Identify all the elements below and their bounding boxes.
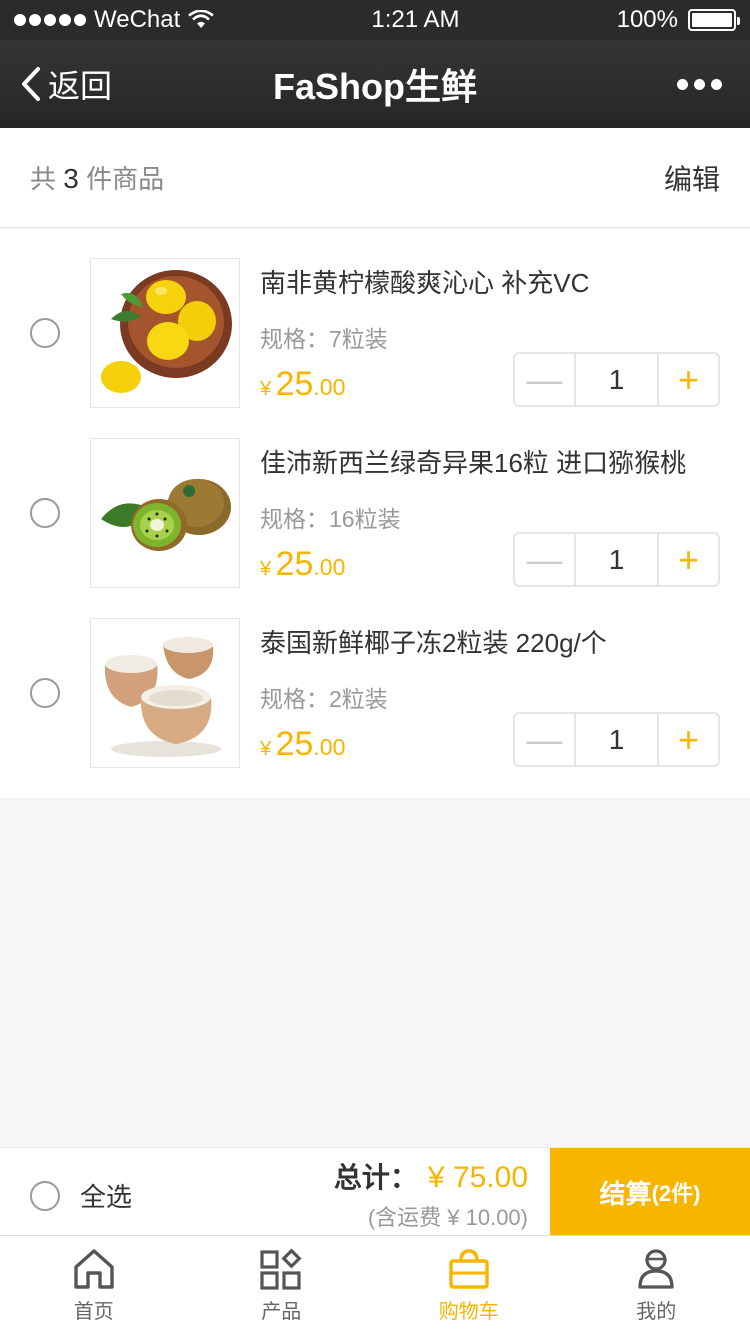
cart-item: 泰国新鲜椰子冻2粒装 220g/个 规格：2粒装 ¥ 25.00 — 1 + bbox=[0, 589, 750, 769]
item-select-radio[interactable] bbox=[30, 678, 60, 708]
price-currency: ¥ bbox=[260, 558, 272, 580]
item-count: 共 3 件商品 bbox=[30, 159, 164, 196]
status-bar: WeChat 1:21 AM 100% bbox=[0, 0, 750, 40]
item-select-radio[interactable] bbox=[30, 498, 60, 528]
product-price: ¥ 25.00 bbox=[260, 725, 345, 764]
tab-products[interactable]: 产品 bbox=[188, 1236, 376, 1334]
more-dot-icon bbox=[677, 78, 688, 90]
quantity-value[interactable]: 1 bbox=[576, 354, 657, 405]
tab-label: 首页 bbox=[73, 1300, 114, 1323]
back-label: 返回 bbox=[48, 68, 113, 104]
price-currency: ¥ bbox=[260, 738, 272, 760]
total-line: 总计： ¥ 75.00 bbox=[334, 1156, 528, 1196]
price-integer: 25 bbox=[275, 725, 314, 763]
signal-icon bbox=[14, 14, 86, 26]
decrease-button[interactable]: — bbox=[515, 354, 576, 405]
product-spec: 规格：16粒装 bbox=[260, 506, 401, 532]
increase-button[interactable]: + bbox=[657, 354, 718, 405]
grid-icon bbox=[260, 1247, 302, 1290]
tab-label: 购物车 bbox=[438, 1300, 499, 1323]
product-image-kiwi[interactable] bbox=[90, 438, 240, 588]
price-integer: 25 bbox=[275, 545, 314, 583]
item-select-radio[interactable] bbox=[30, 318, 60, 348]
select-all-radio[interactable] bbox=[30, 1180, 60, 1211]
tab-profile[interactable]: 我的 bbox=[563, 1236, 750, 1334]
tab-home[interactable]: 首页 bbox=[0, 1236, 188, 1334]
cart-list: 南非黄柠檬酸爽沁心 补充VC 规格：7粒装 ¥ 25.00 — 1 + 佳沛新西… bbox=[0, 229, 750, 798]
count-prefix: 共 bbox=[30, 164, 57, 194]
cart-item: 南非黄柠檬酸爽沁心 补充VC 规格：7粒装 ¥ 25.00 — 1 + bbox=[0, 229, 750, 409]
count-suffix: 件商品 bbox=[86, 164, 165, 194]
select-all-label: 全选 bbox=[80, 1182, 133, 1212]
select-all-toggle[interactable]: 全选 bbox=[30, 1177, 132, 1214]
nav-bar: 返回 FaShop生鲜 bbox=[0, 40, 750, 128]
quantity-value[interactable]: 1 bbox=[576, 714, 657, 765]
back-button[interactable]: 返回 bbox=[20, 40, 112, 128]
battery-label: 100% bbox=[616, 6, 678, 33]
product-spec: 规格：2粒装 bbox=[260, 686, 388, 712]
price-decimal: .00 bbox=[313, 734, 346, 760]
count-number: 3 bbox=[63, 163, 79, 194]
price-currency: ¥ bbox=[260, 378, 272, 400]
status-right: 100% bbox=[616, 6, 740, 34]
product-spec: 规格：7粒装 bbox=[260, 326, 388, 352]
home-icon bbox=[74, 1248, 114, 1289]
more-dot-icon bbox=[694, 78, 705, 90]
product-image-lemon[interactable] bbox=[90, 258, 240, 408]
price-integer: 25 bbox=[275, 365, 314, 403]
product-price: ¥ 25.00 bbox=[260, 365, 345, 404]
bag-icon bbox=[449, 1248, 489, 1289]
quantity-value[interactable]: 1 bbox=[576, 534, 657, 585]
cart-summary-bar: 共 3 件商品 编辑 bbox=[0, 128, 750, 228]
tab-label: 我的 bbox=[636, 1300, 677, 1323]
total-amount: ¥ 75.00 bbox=[427, 1161, 528, 1194]
decrease-button[interactable]: — bbox=[515, 534, 576, 585]
product-name[interactable]: 佳沛新西兰绿奇异果16粒 进口猕猴桃 bbox=[260, 443, 686, 480]
cart-item: 佳沛新西兰绿奇异果16粒 进口猕猴桃 规格：16粒装 ¥ 25.00 — 1 + bbox=[0, 409, 750, 589]
more-dot-icon bbox=[711, 78, 722, 90]
total-label: 总计： bbox=[333, 1162, 418, 1193]
status-time: 1:21 AM bbox=[371, 6, 460, 33]
user-icon bbox=[638, 1248, 674, 1289]
decrease-button[interactable]: — bbox=[515, 714, 576, 765]
carrier-label: WeChat bbox=[94, 6, 181, 33]
battery-icon bbox=[688, 9, 740, 31]
checkout-bar: 全选 总计： ¥ 75.00 (含运费 ¥ 10.00) 结算 (2件) bbox=[0, 1147, 750, 1236]
price-decimal: .00 bbox=[313, 554, 346, 580]
product-name[interactable]: 泰国新鲜椰子冻2粒装 220g/个 bbox=[260, 623, 607, 660]
quantity-stepper: — 1 + bbox=[513, 352, 720, 407]
edit-button[interactable]: 编辑 bbox=[664, 158, 720, 198]
increase-button[interactable]: + bbox=[657, 534, 718, 585]
price-decimal: .00 bbox=[313, 374, 346, 400]
checkout-button[interactable]: 结算 (2件) bbox=[550, 1148, 750, 1236]
page-title: FaShop生鲜 bbox=[273, 66, 477, 107]
increase-button[interactable]: + bbox=[657, 714, 718, 765]
tab-cart[interactable]: 购物车 bbox=[375, 1236, 563, 1334]
status-left: WeChat bbox=[14, 6, 215, 34]
quantity-stepper: — 1 + bbox=[513, 532, 720, 587]
checkout-count: (2件) bbox=[651, 1181, 701, 1206]
product-price: ¥ 25.00 bbox=[260, 545, 345, 584]
tab-label: 产品 bbox=[261, 1300, 302, 1323]
quantity-stepper: — 1 + bbox=[513, 712, 720, 767]
wifi-icon bbox=[188, 10, 215, 28]
product-image-coconut[interactable] bbox=[90, 618, 240, 768]
checkout-label: 结算 bbox=[599, 1178, 652, 1209]
more-button[interactable] bbox=[677, 40, 722, 128]
shipping-note: (含运费 ¥ 10.00) bbox=[367, 1205, 528, 1230]
product-name[interactable]: 南非黄柠檬酸爽沁心 补充VC bbox=[260, 263, 589, 300]
chevron-left-icon bbox=[22, 67, 40, 101]
tab-bar: 首页 产品 购物车 我的 bbox=[0, 1235, 750, 1334]
